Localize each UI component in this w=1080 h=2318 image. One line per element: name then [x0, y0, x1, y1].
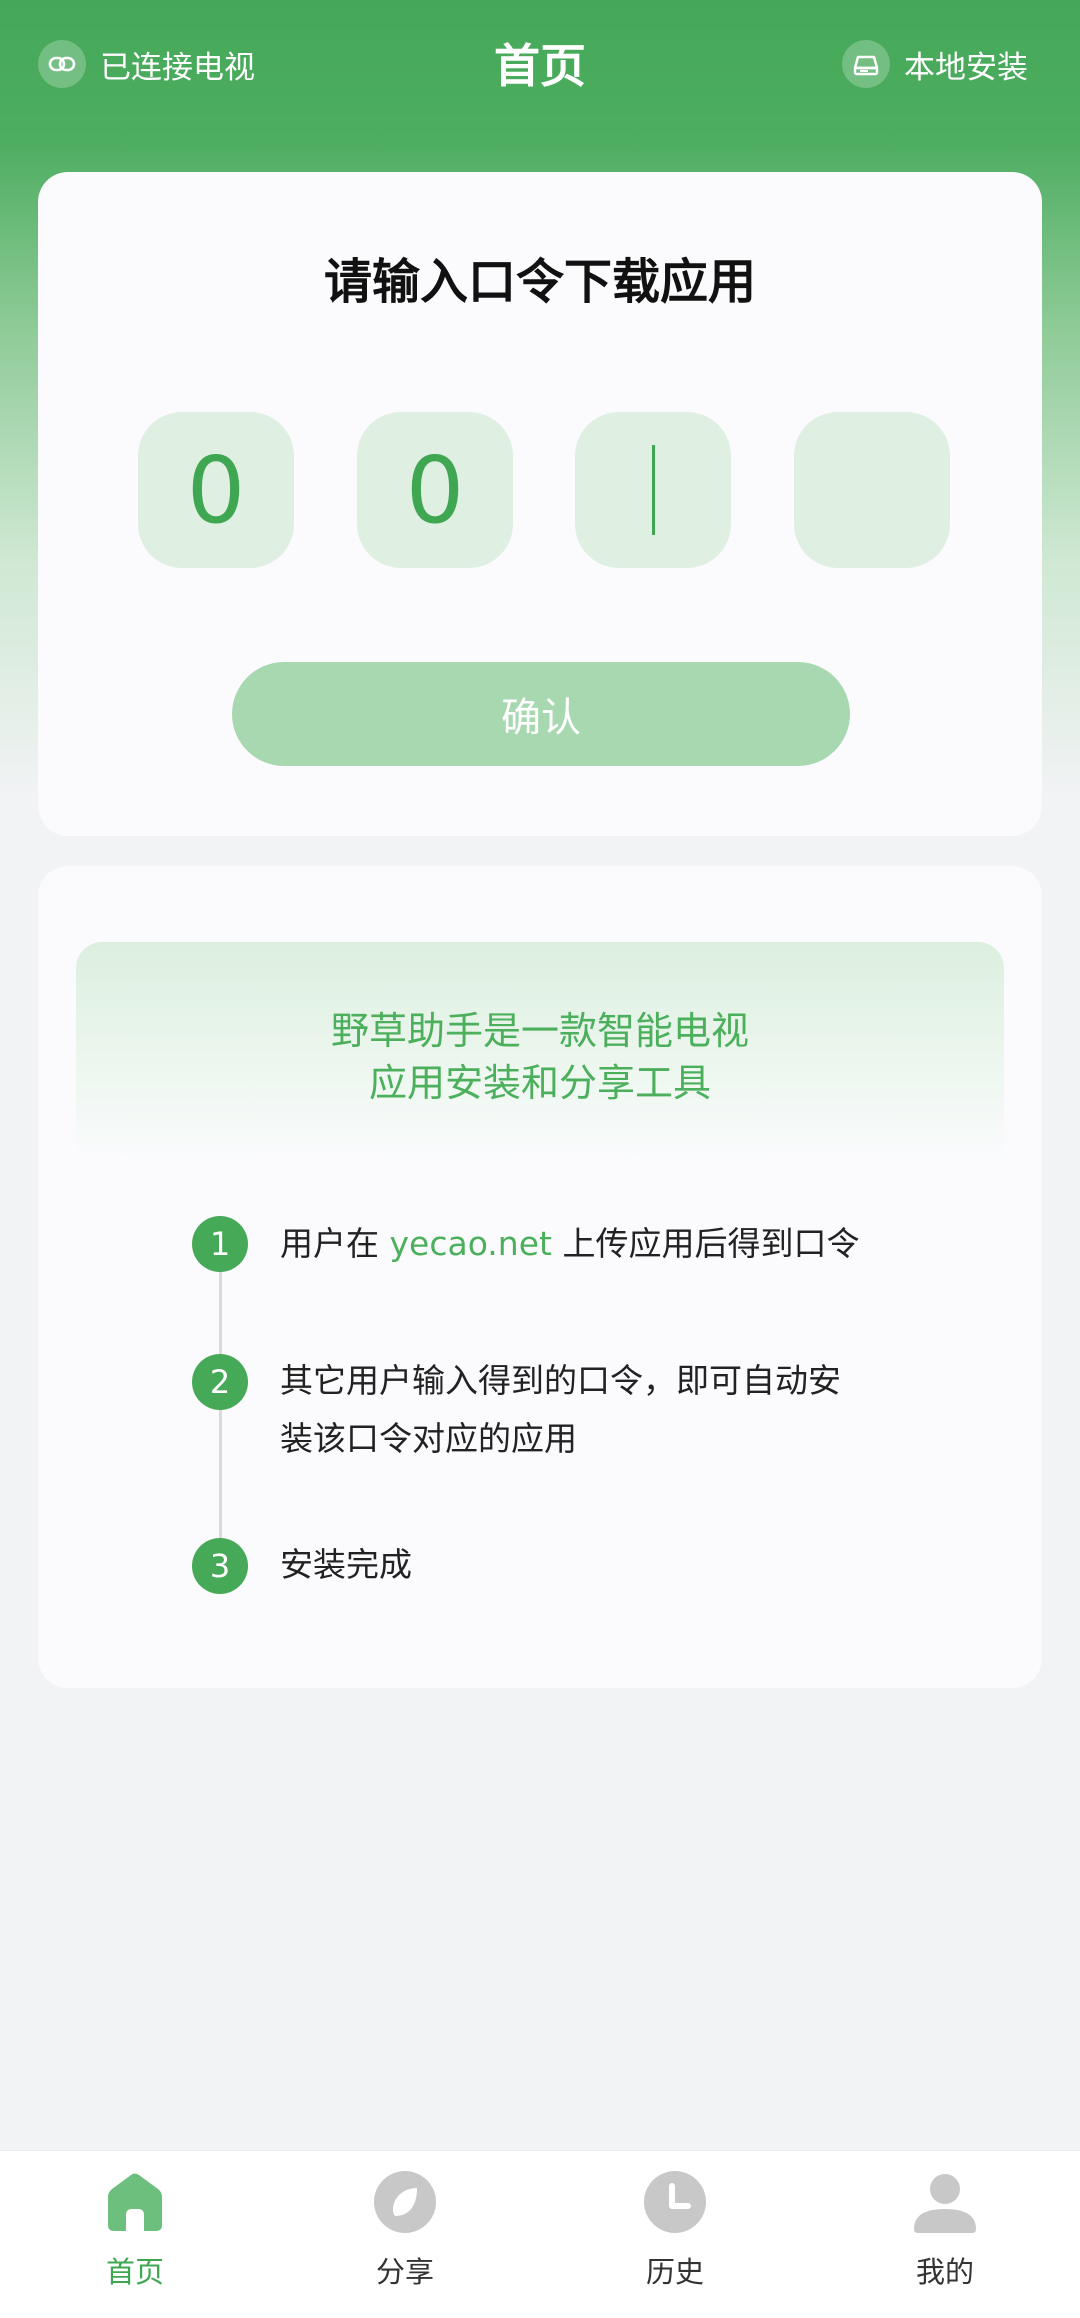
text-cursor	[651, 445, 655, 535]
nav-profile-label: 我的	[915, 2255, 974, 2289]
local-install-button[interactable]: 本地安装	[842, 38, 1028, 90]
code-digit-box-4[interactable]	[794, 412, 950, 568]
app-root: 已连接电视 首页 本地安装 请输入口令下载应用 0 0 确认 野草助手是一款智能…	[0, 0, 1080, 2318]
local-install-label: 本地安装	[904, 49, 1028, 86]
nav-share-label: 分享	[375, 2255, 434, 2289]
step-2-badge: 2	[192, 1354, 248, 1410]
confirm-button[interactable]: 确认	[232, 662, 850, 766]
nav-share[interactable]: 分享	[315, 2169, 495, 2309]
code-digit-box-2[interactable]: 0	[357, 412, 513, 568]
clock-icon	[644, 2171, 706, 2233]
hard-drive-icon	[842, 40, 890, 88]
step-3-badge: 3	[192, 1538, 248, 1594]
step-2-line-2: 装该口令对应的应用	[280, 1419, 577, 1458]
steps-connector-line	[219, 1246, 222, 1576]
top-bar: 已连接电视 首页 本地安装	[0, 0, 1080, 130]
step-1-text: 用户在 yecao.net 上传应用后得到口令	[280, 1215, 920, 1273]
info-card: 野草助手是一款智能电视 应用安装和分享工具 1 用户在 yecao.net 上传…	[38, 866, 1042, 1688]
code-digit-1: 0	[186, 436, 246, 544]
step-1-badge: 1	[192, 1216, 248, 1272]
nav-profile[interactable]: 我的	[855, 2169, 1035, 2309]
yecao-link[interactable]: yecao.net	[390, 1224, 552, 1263]
nav-home[interactable]: 首页	[45, 2169, 225, 2309]
code-digit-box-3[interactable]	[575, 412, 731, 568]
user-icon	[914, 2174, 976, 2233]
code-digit-box-1[interactable]: 0	[138, 412, 294, 568]
nav-history-label: 历史	[645, 2255, 704, 2289]
intro-text-line-1: 野草助手是一款智能电视	[330, 1009, 749, 1053]
nav-history[interactable]: 历史	[585, 2169, 765, 2309]
code-card-title: 请输入口令下载应用	[323, 254, 756, 310]
step-1-prefix: 用户在	[280, 1224, 390, 1263]
step-3-text: 安装完成	[280, 1545, 412, 1584]
bottom-nav: 首页 分享 历史 我的	[0, 2150, 1080, 2318]
step-2-text: 其它用户输入得到的口令，即可自动安 装该口令对应的应用	[280, 1352, 920, 1468]
intro-text-line-2: 应用安装和分享工具	[368, 1061, 711, 1105]
code-digit-2: 0	[405, 436, 465, 544]
home-icon	[108, 2173, 162, 2231]
nav-home-label: 首页	[105, 2255, 164, 2289]
step-1-suffix: 上传应用后得到口令	[551, 1224, 860, 1263]
compass-leaf-icon	[374, 2171, 436, 2233]
step-2-line-1: 其它用户输入得到的口令，即可自动安	[280, 1361, 841, 1400]
code-input-card: 请输入口令下载应用 0 0 确认	[38, 172, 1042, 836]
code-input-row: 0 0	[38, 412, 1042, 568]
intro-banner: 野草助手是一款智能电视 应用安装和分享工具	[76, 942, 1004, 1164]
